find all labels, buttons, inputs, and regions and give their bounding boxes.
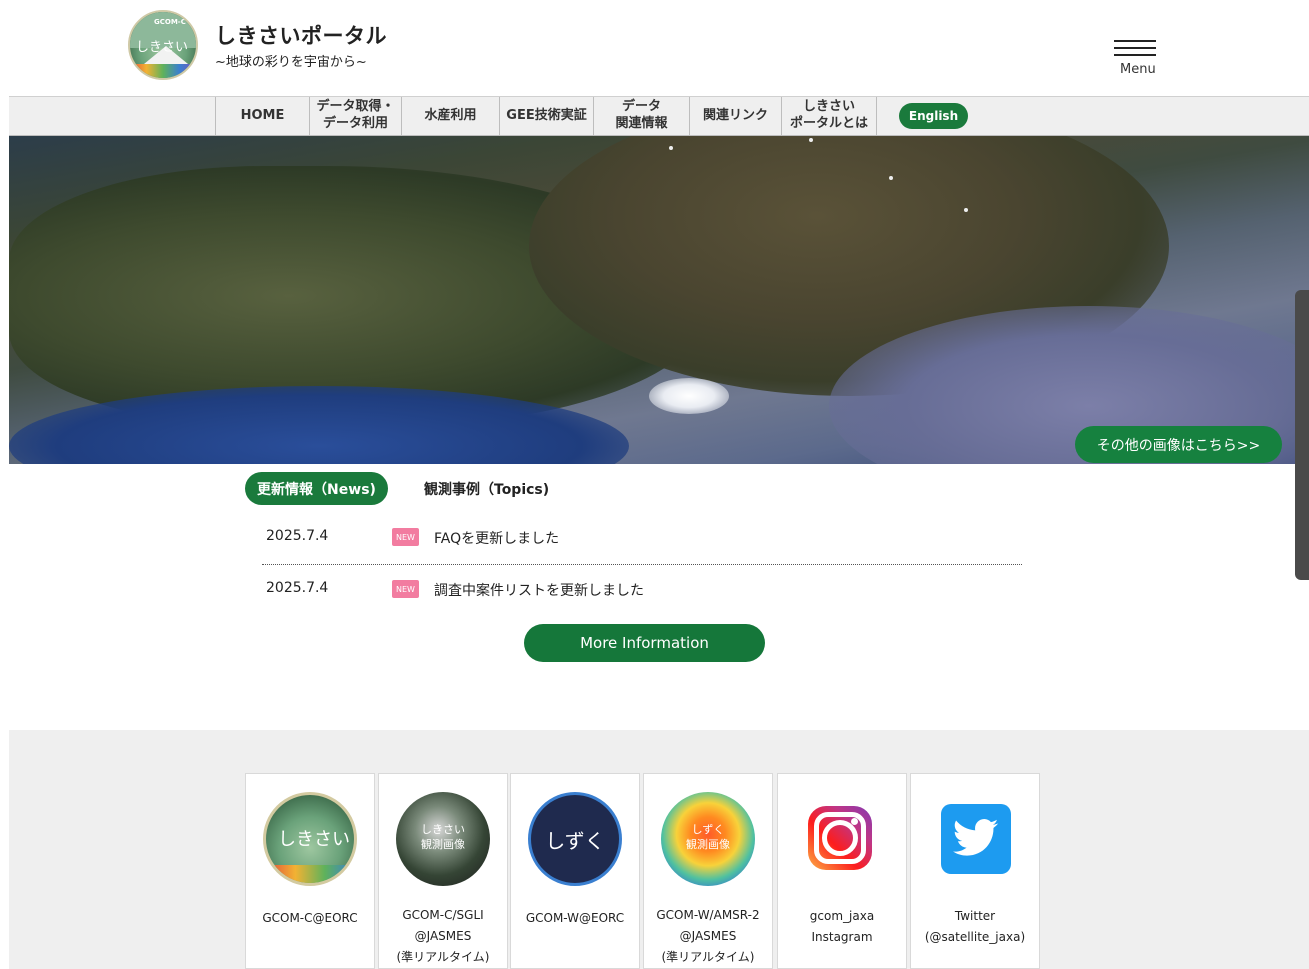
link-card-instagram[interactable]: gcom_jaxa Instagram (777, 773, 907, 969)
nav-item-data-info[interactable]: データ 関連情報 (593, 97, 689, 135)
news-text[interactable]: 調査中案件リストを更新しました (434, 580, 644, 600)
nav-item-about[interactable]: しきさい ポータルとは (781, 97, 877, 135)
link-label: GCOM-W/AMSR-2 @JASMES (準リアルタイム) (656, 908, 760, 964)
news-date: 2025.7.4 (266, 528, 329, 544)
link-card-sgli-jasmes[interactable]: しきさい 観測画像 GCOM-C/SGLI @JASMES (準リアルタイム) (378, 773, 508, 969)
link-label: GCOM-W@EORC (525, 911, 625, 925)
link-label: Twitter (@satellite_jaxa) (924, 909, 1026, 944)
link-label: gcom_jaxa Instagram (809, 909, 875, 944)
shikisai-logo-icon: しきさい (263, 792, 357, 886)
site-subtitle: ~地球の彩りを宇宙から~ (215, 55, 367, 70)
news-divider (262, 564, 1022, 565)
logo-badge: GCOM-C (154, 18, 186, 26)
hamburger-icon (1114, 40, 1156, 42)
link-card-twitter[interactable]: Twitter (@satellite_jaxa) (910, 773, 1040, 969)
new-badge: NEW (392, 528, 419, 546)
sgli-globe-icon: しきさい 観測画像 (396, 792, 490, 886)
shizuku-logo-icon: しずく (528, 792, 622, 886)
tab-topics[interactable]: 観測事例（Topics) (424, 479, 549, 499)
amsr-globe-icon: しずく 観測画像 (661, 792, 755, 886)
nav-item-fisheries[interactable]: 水産利用 (401, 97, 499, 135)
nav-item-home[interactable]: HOME (215, 97, 309, 135)
link-card-gcom-w-eorc[interactable]: しずく GCOM-W@EORC (510, 773, 640, 969)
tab-news[interactable]: 更新情報（News) (245, 472, 388, 505)
menu-button[interactable]: Menu (1112, 38, 1158, 82)
english-button[interactable]: English (899, 103, 968, 129)
link-card-gcom-c-eorc[interactable]: しきさい GCOM-C@EORC (245, 773, 375, 969)
more-images-button[interactable]: その他の画像はこちら>> (1075, 426, 1282, 463)
nav-item-data-acquisition[interactable]: データ取得・ データ利用 (309, 97, 401, 135)
nav-item-gee[interactable]: GEE技術実証 (499, 97, 593, 135)
side-drawer-tab[interactable] (1295, 290, 1309, 580)
new-badge: NEW (392, 580, 419, 598)
link-label: GCOM-C/SGLI @JASMES (準リアルタイム) (396, 908, 490, 964)
more-information-button[interactable]: More Information (524, 624, 765, 662)
menu-label: Menu (1120, 62, 1156, 77)
hero-satellite-image (9, 136, 1309, 464)
news-item[interactable]: 2025.7.4 NEW 調査中案件リストを更新しました (262, 570, 1022, 606)
main-nav: HOME データ取得・ データ利用 水産利用 GEE技術実証 データ 関連情報 … (9, 96, 1309, 136)
link-label: GCOM-C@EORC (262, 911, 358, 925)
news-date: 2025.7.4 (266, 580, 329, 596)
news-text[interactable]: FAQを更新しました (434, 528, 559, 548)
site-title[interactable]: しきさいポータル (215, 20, 387, 50)
link-card-amsr2-jasmes[interactable]: しずく 観測画像 GCOM-W/AMSR-2 @JASMES (準リアルタイム) (643, 773, 773, 969)
news-item[interactable]: 2025.7.4 NEW FAQを更新しました (262, 518, 1022, 554)
logo-text: しきさい (136, 40, 189, 55)
site-header: GCOM-C しきさい しきさいポータル ~地球の彩りを宇宙から~ Menu (0, 0, 1309, 96)
site-logo-icon[interactable]: GCOM-C しきさい (128, 10, 198, 80)
twitter-icon (941, 804, 1011, 874)
nav-item-related-links[interactable]: 関連リンク (689, 97, 781, 135)
instagram-icon (808, 806, 872, 870)
